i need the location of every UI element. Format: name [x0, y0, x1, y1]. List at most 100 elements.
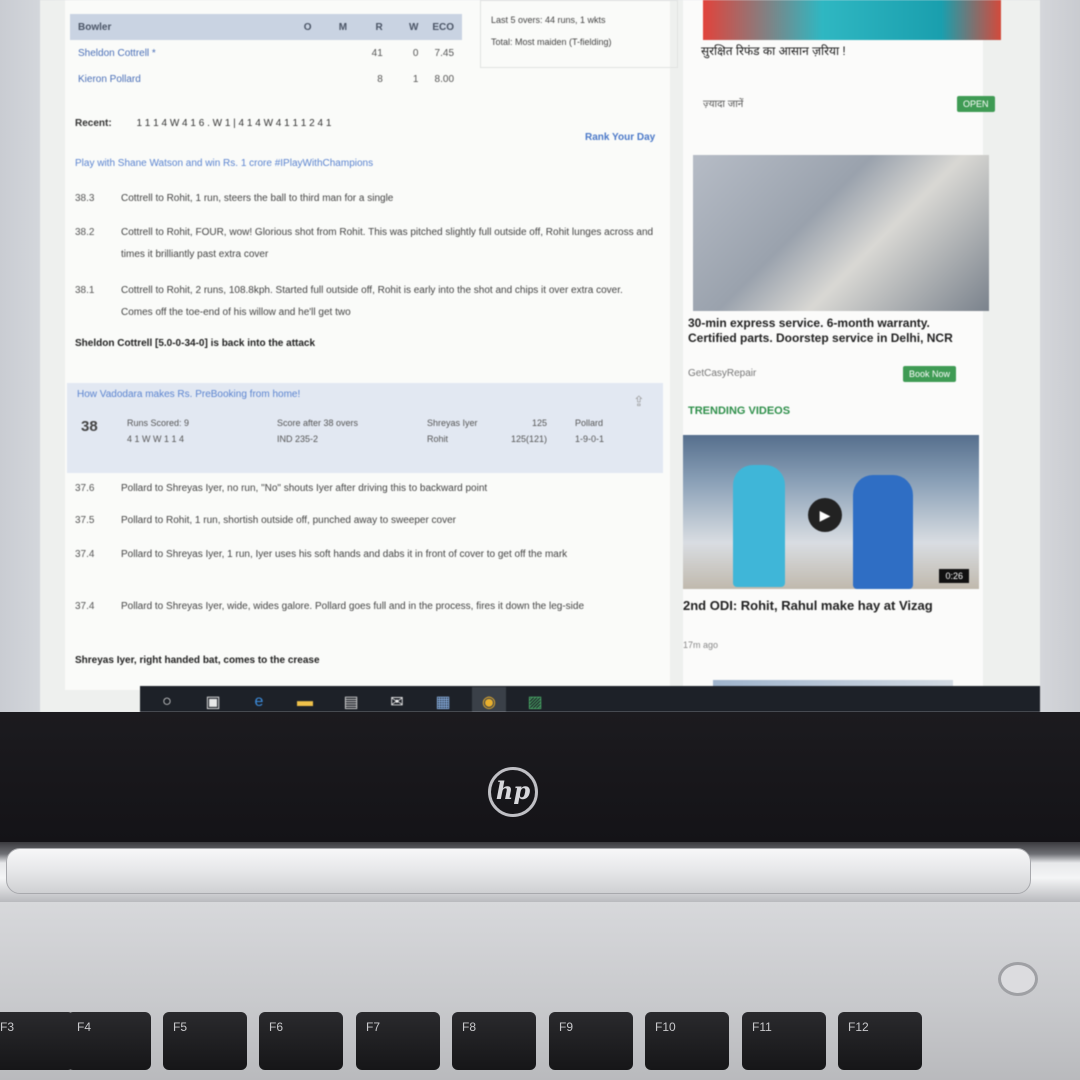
view-link[interactable]: Rank Your Day [585, 132, 655, 143]
header-bowler: Bowler [78, 21, 112, 33]
key-f3[interactable]: F3 [0, 1012, 74, 1070]
recent-label: Recent: [75, 118, 112, 129]
ad-source: GetCasyRepair [688, 368, 757, 379]
commentary-item: 37.4 Pollard to Shreyas Iyer, 1 run, Iye… [75, 544, 655, 566]
recent-balls-value: 1 1 1 4 W 4 1 6 . W 1 | 4 1 4 W 4 1 1 1 … [136, 118, 332, 129]
table-row: Kieron Pollard 8 1 8.00 [70, 66, 462, 92]
summary-over-number: 38 [81, 418, 98, 435]
edge-icon[interactable]: e [242, 687, 276, 712]
player-figure [733, 465, 785, 587]
key-f4[interactable]: F4 [67, 1012, 151, 1070]
summary-batsmen: Shreyas Iyer Rohit [427, 415, 478, 447]
batsman-arrival-note: Shreyas Iyer, right handed bat, comes to… [75, 655, 320, 666]
bowler-runs: 8 [377, 73, 383, 85]
power-button[interactable] [998, 962, 1038, 996]
summary-promo-link[interactable]: How Vadodara makes Rs. PreBooking from h… [77, 389, 300, 400]
commentary-panel: Bowler O M R W ECO Sheldon Cottrell * 41… [65, 0, 678, 690]
bowler-name-link[interactable]: Sheldon Cottrell * [78, 48, 276, 59]
video-thumbnail[interactable]: ▶ 0:26 [683, 435, 979, 589]
ad-image[interactable] [693, 155, 989, 311]
ad-hindi-text: सुरक्षित रिफंड का आसान ज़रिया ! [701, 44, 846, 58]
over-number: 37.6 [75, 483, 95, 494]
video-duration: 0:26 [939, 569, 969, 583]
over-summary-box: How Vadodara makes Rs. PreBooking from h… [67, 383, 663, 473]
score-value: IND 235-2 [277, 434, 319, 444]
commentary-item: 37.5 Pollard to Rohit, 1 run, shortish o… [75, 510, 655, 532]
header-overs: O [303, 21, 312, 33]
batsman-2-score: 125(121) [510, 434, 547, 444]
recent-balls: Recent: 1 1 1 4 W 4 1 6 . W 1 | 4 1 4 W … [75, 118, 331, 129]
commentary-text: Pollard to Rohit, 1 run, shortish outsid… [121, 515, 457, 526]
ad-open-button[interactable]: OPEN [957, 96, 995, 112]
video-timestamp: 17m ago [683, 640, 719, 650]
video-title-link[interactable]: 2nd ODI: Rohit, Rahul make hay at Vizag [683, 596, 963, 616]
bowler-name-link[interactable]: Kieron Pollard [78, 74, 276, 85]
key-f7[interactable]: F7 [356, 1012, 440, 1070]
bowler-economy: 8.00 [434, 73, 455, 85]
header-wickets: W [408, 21, 419, 33]
chrome-icon[interactable]: ◉ [472, 687, 506, 712]
commentary-item: 38.2 Cottrell to Rohit, FOUR, wow! Glori… [75, 222, 655, 266]
bowler-name: Pollard [575, 418, 604, 428]
laptop-screen: Bowler O M R W ECO Sheldon Cottrell * 41… [40, 0, 1040, 712]
key-f5[interactable]: F5 [163, 1012, 247, 1070]
book-now-button[interactable]: Book Now [903, 366, 957, 382]
total-stat: Total: Most maiden (T-fielding) [491, 37, 612, 47]
ad-title-link[interactable]: 30-min express service. 6-month warranty… [688, 316, 958, 346]
store-icon[interactable]: ▤ [334, 687, 368, 712]
ad-banner[interactable] [703, 0, 1001, 40]
over-number: 38.3 [75, 193, 95, 204]
key-f6[interactable]: F6 [259, 1012, 343, 1070]
batsman-1: Shreyas Iyer [427, 418, 478, 428]
search-icon[interactable]: ○ [150, 687, 184, 712]
player-figure [853, 475, 913, 589]
share-icon[interactable]: ⇪ [633, 393, 645, 410]
summary-bowler: Pollard 1-9-0-1 [575, 415, 604, 447]
taskbar: ○ ▣ e ▬ ▤ ✉ ▦ ◉ ▨ [140, 686, 1040, 712]
bowler-economy: 7.45 [434, 47, 455, 59]
hinge-bar [6, 848, 1031, 894]
key-f10[interactable]: F10 [645, 1012, 729, 1070]
bowling-scorecard: Bowler O M R W ECO Sheldon Cottrell * 41… [70, 14, 462, 92]
function-key-row: F3 F4 F5 F6 F7 F8 F9 F10 F11 F12 [0, 1012, 1080, 1080]
commentary-text: Cottrell to Rohit, FOUR, wow! Glorious s… [121, 227, 654, 260]
commentary-text: Cottrell to Rohit, 2 runs, 108.8kph. Sta… [121, 285, 623, 318]
bowler-figures: 1-9-0-1 [575, 434, 605, 444]
over-number: 37.4 [75, 601, 95, 612]
batsman-1-score: 125 [531, 418, 547, 428]
commentary-item: 37.6 Pollard to Shreyas Iyer, no run, "N… [75, 478, 655, 500]
score-label: Score after 38 overs [277, 418, 359, 428]
screen-bezel [0, 712, 1080, 842]
excel-icon[interactable]: ▨ [518, 687, 552, 712]
commentary-text: Pollard to Shreyas Iyer, wide, wides gal… [121, 601, 585, 612]
key-f8[interactable]: F8 [452, 1012, 536, 1070]
over-number: 38.1 [75, 285, 95, 296]
file-explorer-icon[interactable]: ▬ [288, 687, 322, 712]
header-maidens: M [338, 21, 348, 33]
hp-logo: hp [488, 767, 538, 817]
commentary-item: 38.3 Cottrell to Rohit, 1 run, steers th… [75, 188, 655, 210]
last-overs-stat: Last 5 overs: 44 runs, 1 wkts [491, 15, 606, 25]
promo-link[interactable]: Play with Shane Watson and win Rs. 1 cro… [75, 158, 373, 169]
key-f9[interactable]: F9 [549, 1012, 633, 1070]
play-icon[interactable]: ▶ [808, 498, 842, 532]
right-sidebar: सुरक्षित रिफंड का आसान ज़रिया ! ज़्यादा … [683, 0, 1001, 712]
scorecard-header: Bowler O M R W ECO [70, 14, 462, 40]
batsman-2: Rohit [427, 434, 449, 444]
commentary-item: 37.4 Pollard to Shreyas Iyer, wide, wide… [75, 596, 655, 618]
over-number: 37.5 [75, 515, 95, 526]
partnership-box: Last 5 overs: 44 runs, 1 wkts Total: Mos… [480, 0, 678, 68]
runs-label: Runs Scored: 9 [127, 418, 190, 428]
bowler-change-note: Sheldon Cottrell [5.0-0-34-0] is back in… [75, 338, 316, 349]
commentary-text: Pollard to Shreyas Iyer, no run, "No" sh… [121, 483, 488, 494]
key-f11[interactable]: F11 [742, 1012, 826, 1070]
mail-icon[interactable]: ✉ [380, 687, 414, 712]
summary-batsmen-scores: 125 125(121) [507, 415, 547, 447]
trending-heading: TRENDING VIDEOS [688, 405, 791, 417]
header-runs: R [375, 21, 383, 33]
ad-small-text: ज़्यादा जानें [703, 99, 744, 110]
bowler-wickets: 1 [412, 73, 419, 85]
photos-icon[interactable]: ▦ [426, 687, 460, 712]
task-view-icon[interactable]: ▣ [196, 687, 230, 712]
key-f12[interactable]: F12 [838, 1012, 922, 1070]
